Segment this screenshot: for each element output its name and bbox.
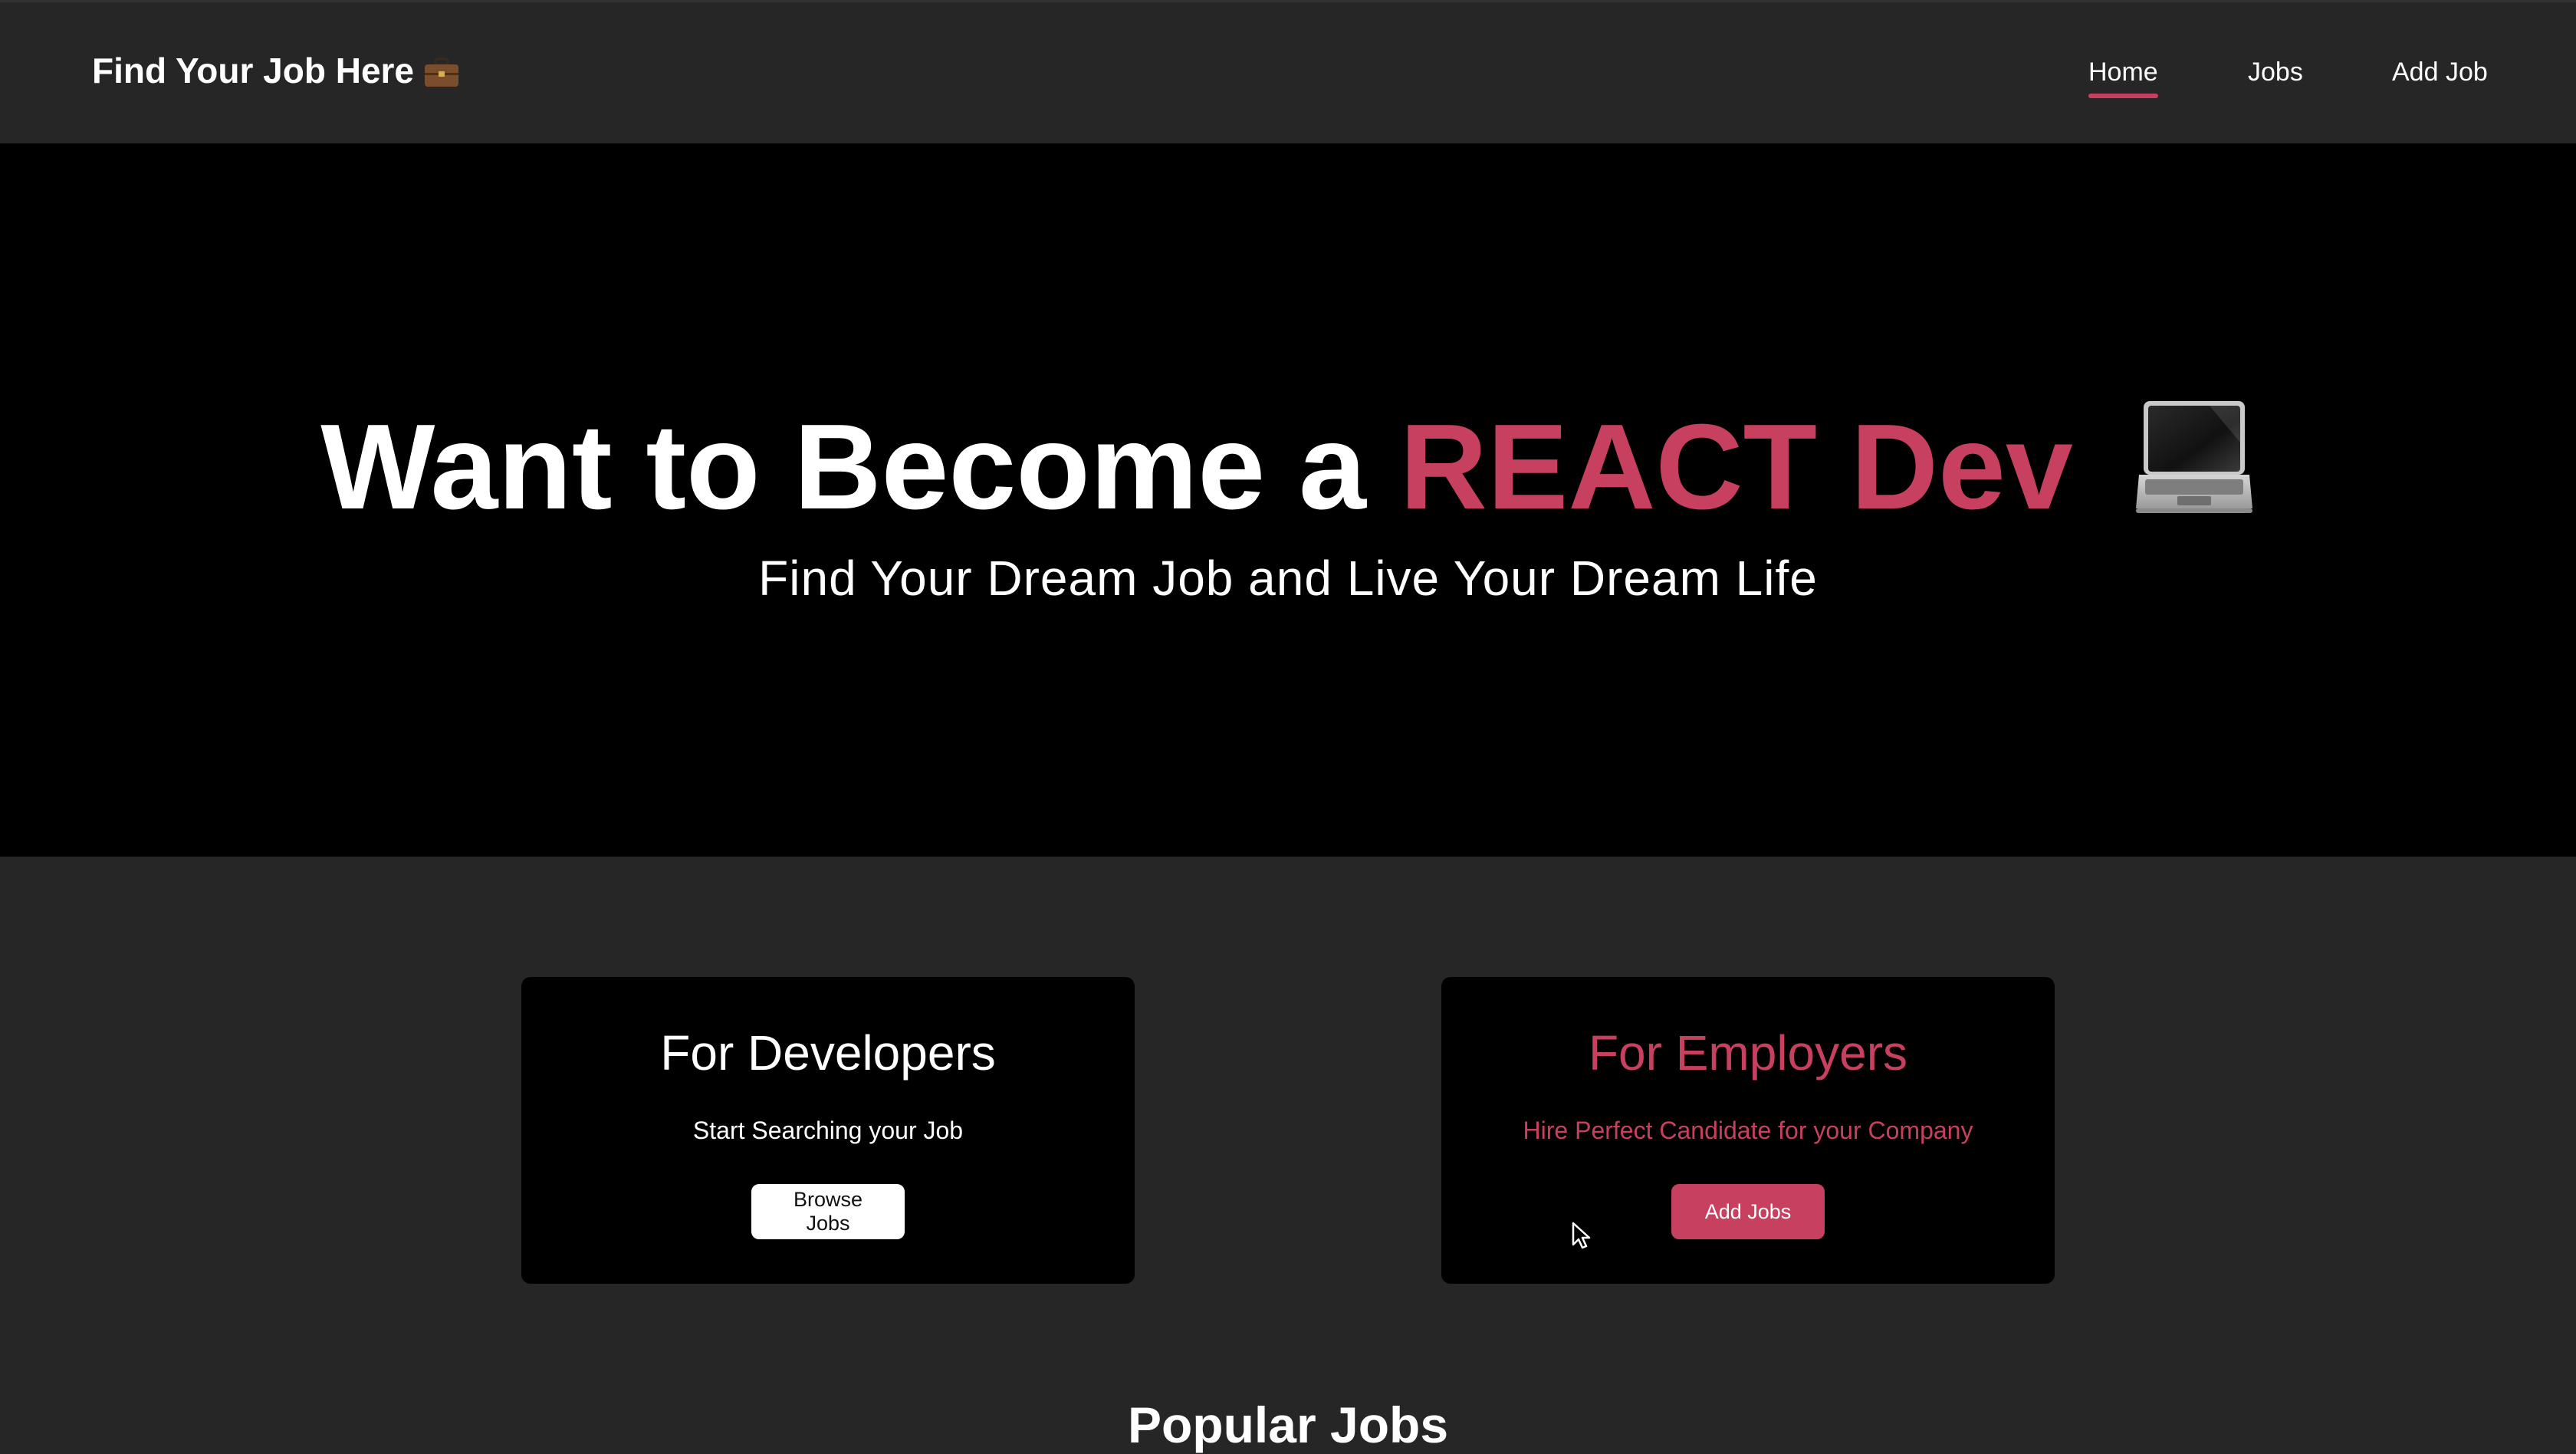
mouse-cursor-icon — [1572, 1222, 1592, 1255]
hero-subtitle: Find Your Dream Job and Live Your Dream … — [758, 551, 1818, 606]
developers-card-text: Start Searching your Job — [692, 1117, 964, 1144]
employers-card-title: For Employers — [1588, 1025, 1908, 1081]
nav-link-jobs[interactable]: Jobs — [2248, 58, 2303, 87]
employers-card: For Employers Hire Perfect Candidate for… — [1441, 977, 2055, 1284]
developers-card: For Developers Start Searching your Job … — [521, 977, 1135, 1284]
nav-link-add-job[interactable]: Add Job — [2392, 58, 2488, 87]
brand-logo[interactable]: Find Your Job Here — [92, 50, 460, 91]
browse-jobs-button[interactable]: Browse Jobs — [751, 1184, 905, 1239]
hero-title-accent: REACT Dev — [1399, 400, 2073, 535]
add-jobs-button[interactable]: Add Jobs — [1671, 1184, 1825, 1239]
hero-title-prefix: Want to Become a — [320, 400, 1366, 535]
popular-jobs-heading: Popular Jobs — [1127, 1396, 1449, 1453]
briefcase-icon — [423, 55, 460, 87]
hero-section: Want to Become a REACT Dev Find Your Dre… — [0, 143, 2576, 857]
hero-title: Want to Become a REACT Dev — [0, 396, 2576, 538]
developers-card-title: For Developers — [660, 1025, 996, 1081]
employers-card-text: Hire Perfect Candidate for your Company — [1523, 1117, 1973, 1144]
nav-link-home[interactable]: Home — [2088, 58, 2158, 98]
brand-title: Find Your Job Here — [92, 51, 415, 90]
navbar: Find Your Job Here Home Jobs Add Job — [0, 0, 2576, 143]
laptop-icon — [2133, 396, 2256, 538]
